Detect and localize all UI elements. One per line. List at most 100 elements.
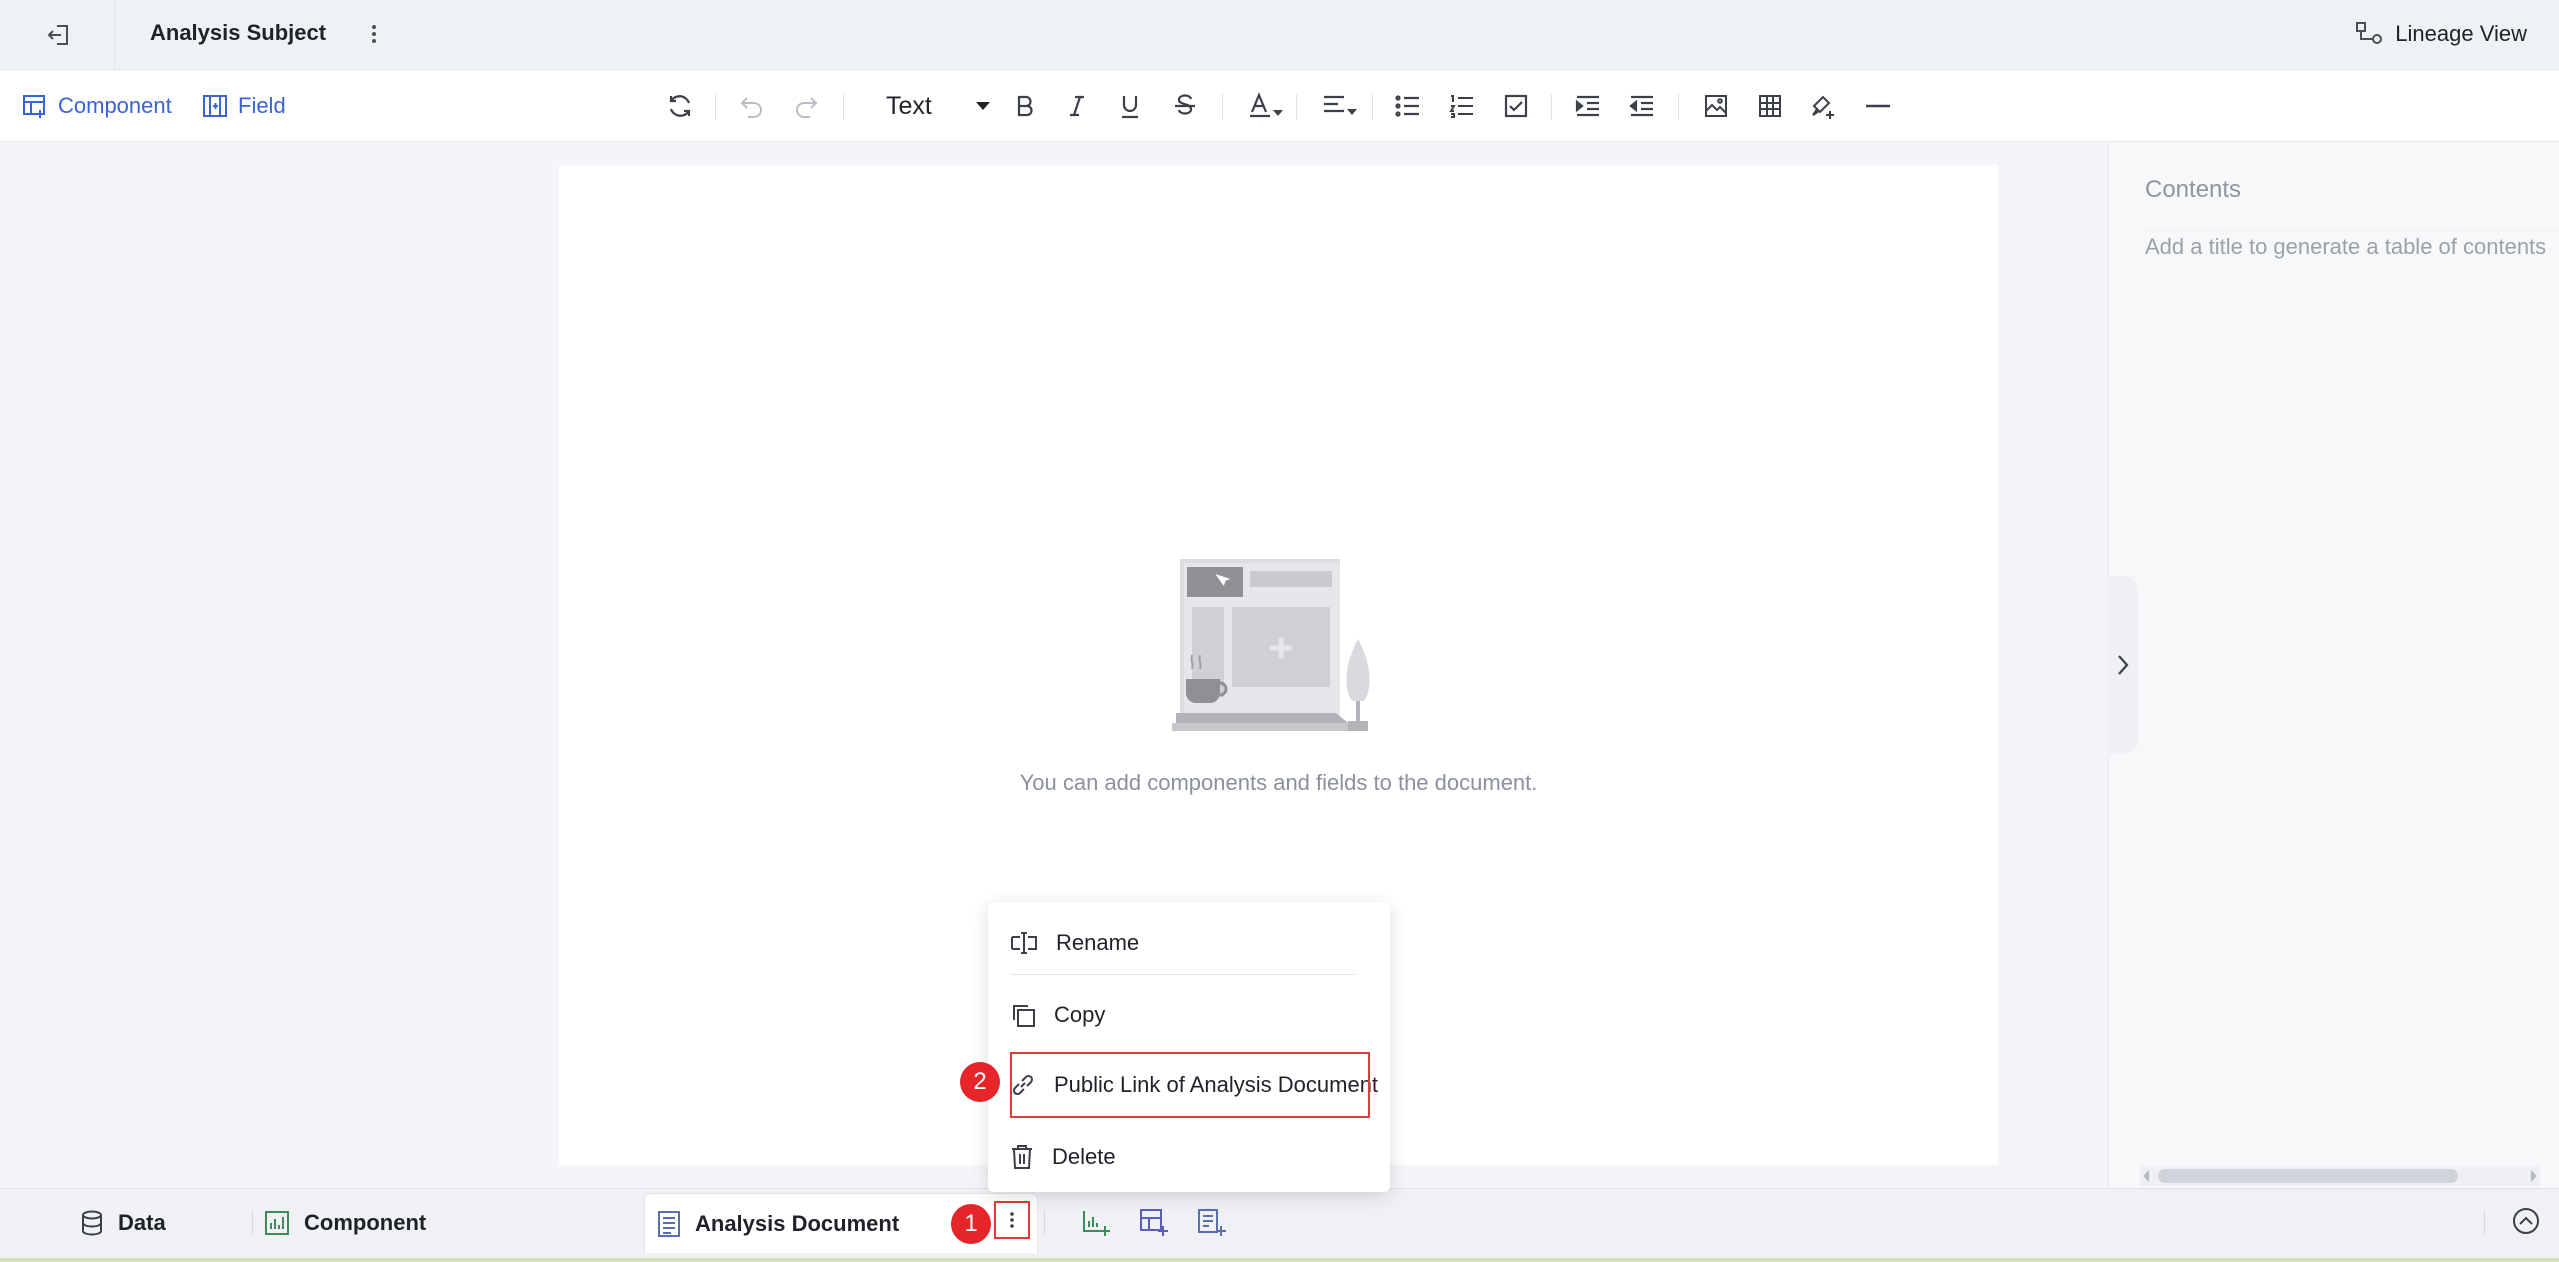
trash-icon	[1010, 1144, 1034, 1170]
page-title: Analysis Subject	[150, 20, 327, 45]
lineage-view-button[interactable]: Lineage View	[2355, 16, 2527, 52]
add-dashboard-icon	[1139, 1208, 1169, 1238]
outdent-button[interactable]	[1623, 88, 1661, 124]
divider	[1678, 94, 1679, 120]
bullet-list-icon	[1395, 94, 1421, 118]
tab-component[interactable]: Component	[264, 1203, 426, 1243]
tab-analysis-document-inner: Analysis Document	[657, 1204, 899, 1244]
horizontal-rule-icon	[1865, 104, 1891, 108]
font-color-button[interactable]	[1244, 88, 1288, 124]
strikethrough-icon	[1173, 93, 1197, 119]
caret-down-icon	[976, 101, 990, 111]
add-chart-icon	[1081, 1208, 1111, 1238]
horizontal-scrollbar[interactable]	[2140, 1166, 2540, 1186]
chevron-right-icon	[2117, 654, 2129, 676]
divider	[114, 0, 115, 70]
menu-item-label: Rename	[1056, 930, 1140, 955]
divider	[843, 94, 844, 120]
italic-button[interactable]	[1058, 88, 1096, 124]
indent-button[interactable]	[1569, 88, 1607, 124]
tab-data[interactable]: Data	[80, 1203, 166, 1243]
exit-button[interactable]	[30, 12, 86, 58]
document-icon	[657, 1210, 681, 1238]
scroll-right-icon[interactable]	[2531, 1170, 2537, 1182]
document-context-menu: Rename Copy Public Link of Analysis Docu…	[988, 902, 1390, 1192]
add-document-button[interactable]	[1192, 1203, 1232, 1243]
lineage-icon	[2355, 21, 2383, 47]
divider	[1551, 94, 1552, 120]
menu-item-rename[interactable]: Rename	[988, 910, 1390, 976]
divider	[1296, 94, 1297, 120]
horizontal-rule-button[interactable]	[1859, 88, 1897, 124]
scrollbar-thumb[interactable]	[2158, 1169, 2458, 1183]
bullet-list-button[interactable]	[1389, 88, 1427, 124]
divider	[1010, 974, 1356, 975]
link-icon	[1010, 1072, 1036, 1098]
chart-icon	[264, 1210, 290, 1236]
insert-table-button[interactable]	[1751, 88, 1789, 124]
checklist-button[interactable]	[1497, 88, 1535, 124]
field-label: Field	[238, 93, 286, 118]
step-badge-1: 1	[951, 1204, 991, 1244]
top-bar: Analysis Subject Lineage View	[0, 0, 2559, 70]
panel-toggle-button[interactable]	[2108, 576, 2138, 754]
divider	[252, 1211, 253, 1235]
scroll-left-icon[interactable]	[2143, 1170, 2149, 1182]
divider	[2145, 230, 2559, 231]
refresh-icon	[666, 92, 694, 120]
add-field-button[interactable]: Field	[202, 90, 286, 122]
underline-button[interactable]	[1111, 88, 1149, 124]
collapse-panel-button[interactable]	[2508, 1203, 2544, 1239]
undo-button[interactable]	[733, 88, 771, 124]
tab-component-label: Component	[304, 1210, 427, 1235]
tab-analysis-document[interactable]: Analysis Document 1	[644, 1193, 1038, 1253]
insert-image-button[interactable]	[1697, 88, 1735, 124]
menu-item-label: Copy	[1054, 1002, 1106, 1027]
menu-item-copy[interactable]: Copy	[988, 982, 1390, 1048]
table-icon	[1758, 94, 1782, 118]
add-chart-button[interactable]	[1076, 1203, 1116, 1243]
add-document-icon	[1197, 1208, 1227, 1238]
menu-item-public-link[interactable]: Public Link of Analysis Document	[988, 1052, 1390, 1118]
divider	[1372, 94, 1373, 120]
outdent-icon	[1629, 94, 1655, 118]
document-more-button[interactable]	[994, 1201, 1030, 1239]
text-style-select[interactable]: Text	[870, 88, 996, 124]
menu-item-label: Delete	[1052, 1144, 1116, 1169]
empty-state-message: You can add components and fields to the…	[1019, 770, 1538, 795]
bold-button[interactable]	[1005, 88, 1043, 124]
checklist-icon	[1504, 94, 1528, 118]
status-strip	[0, 1258, 2559, 1262]
format-painter-button[interactable]	[1805, 88, 1843, 124]
contents-hint: Add a title to generate a table of conte…	[2145, 234, 2547, 259]
chevron-up-circle-icon	[2512, 1207, 2540, 1235]
contents-panel: Contents Add a title to generate a table…	[2108, 142, 2559, 1188]
more-vertical-icon	[1009, 1211, 1015, 1229]
menu-item-delete[interactable]: Delete	[988, 1124, 1390, 1190]
text-style-value: Text	[886, 91, 932, 120]
menu-item-label: Public Link of Analysis Document	[1054, 1072, 1379, 1097]
divider	[2484, 1211, 2485, 1235]
more-vertical-icon	[371, 24, 377, 44]
empty-state-illustration	[1170, 555, 1385, 745]
add-component-button[interactable]: Component	[22, 90, 172, 122]
indent-icon	[1575, 94, 1601, 118]
divider	[1222, 94, 1223, 120]
editor-toolbar: Component Field Text	[0, 70, 2559, 142]
redo-icon	[793, 93, 819, 119]
database-icon	[80, 1210, 104, 1236]
bottom-tab-bar: Data Component Analysis Document 1	[0, 1188, 2559, 1262]
strikethrough-button[interactable]	[1166, 88, 1204, 124]
add-dashboard-button[interactable]	[1134, 1203, 1174, 1243]
component-icon	[22, 93, 48, 119]
more-options-button[interactable]	[362, 18, 386, 50]
rename-icon	[1010, 931, 1038, 955]
lineage-view-label: Lineage View	[2395, 21, 2527, 46]
numbered-list-button[interactable]	[1443, 88, 1481, 124]
redo-button[interactable]	[787, 88, 825, 124]
image-icon	[1704, 94, 1728, 118]
align-button[interactable]	[1318, 88, 1362, 124]
field-icon	[202, 93, 228, 119]
divider	[1044, 1211, 1045, 1235]
refresh-button[interactable]	[661, 88, 699, 124]
